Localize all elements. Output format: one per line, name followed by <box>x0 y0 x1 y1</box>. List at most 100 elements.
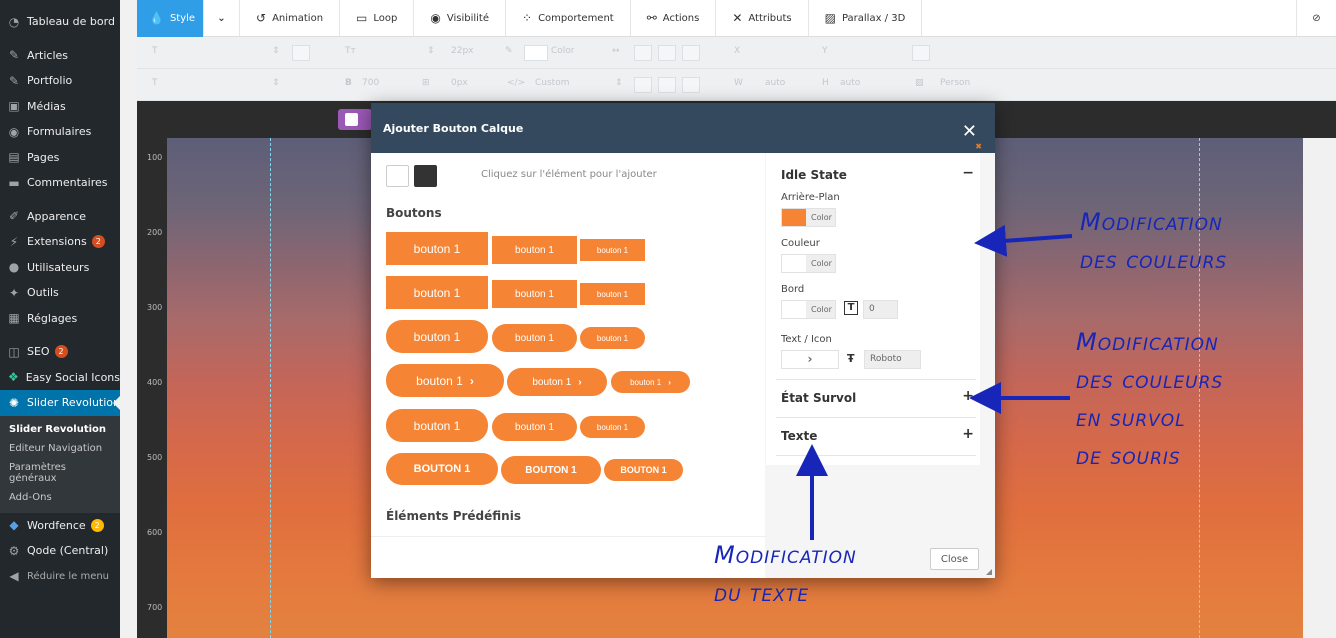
close-icon[interactable]: ✕ ✖ <box>962 123 982 152</box>
image-icon: ▨ <box>824 11 836 25</box>
sidebar-item-wordfence[interactable]: ◆ Wordfence 2 <box>0 513 120 539</box>
wordfence-icon: ◆ <box>9 518 19 533</box>
preset-button[interactable]: bouton 1 <box>386 409 488 442</box>
line-height-value[interactable]: 0px <box>451 78 468 88</box>
tag-value[interactable]: Custom <box>535 78 569 88</box>
width-value[interactable]: auto <box>765 78 785 88</box>
button-settings-pane: Idle State − Arrière-Plan Color Couleur … <box>766 153 980 465</box>
preset-button-uppercase[interactable]: BOUTON 1 <box>501 456 601 484</box>
preset-button[interactable]: bouton 1 <box>386 232 488 265</box>
color-value: Color <box>551 46 575 56</box>
collapse-minus-icon[interactable]: − <box>962 165 974 181</box>
tab-actions[interactable]: ⚯ Actions <box>631 0 717 37</box>
close-button[interactable]: Close <box>930 548 979 570</box>
tab-comportement[interactable]: ⁘ Comportement <box>506 0 631 37</box>
submenu-item-slider-revolution[interactable]: Slider Revolution <box>0 420 120 439</box>
loop-icon: ▭ <box>356 11 368 25</box>
layer-icon <box>345 113 358 126</box>
ruler-label: 500 <box>147 453 163 462</box>
bold-icon: B <box>345 78 352 88</box>
sidebar-item-utilisateurs[interactable]: ● Utilisateurs <box>0 255 120 281</box>
preset-button[interactable]: bouton 1 <box>580 327 645 349</box>
annotation-text: Modification du texte <box>714 541 857 607</box>
sidebar-item-dashboard[interactable]: ◔ Tableau de bord <box>0 9 120 35</box>
preset-button[interactable]: bouton 1 <box>580 283 645 305</box>
font-family-input[interactable]: Roboto <box>864 350 921 369</box>
person-value[interactable]: Person <box>940 78 970 88</box>
style-dropdown-toggle[interactable]: ⌄ <box>204 0 240 37</box>
preset-button-uppercase[interactable]: BOUTON 1 <box>386 453 498 485</box>
history-icon: ↺ <box>256 11 267 25</box>
border-color-picker[interactable]: Color <box>781 300 836 319</box>
icon-picker[interactable]: › <box>781 350 839 369</box>
submenu-item-editeur-navigation[interactable]: Editeur Navigation <box>0 439 120 458</box>
tab-style[interactable]: 💧 Style <box>137 0 204 37</box>
color-swatch[interactable] <box>524 45 548 61</box>
sidebar-item-seo[interactable]: ◫ SEO 2 <box>0 339 120 365</box>
height-arrows-icon: ⇕ <box>615 78 623 88</box>
preset-button-with-icon[interactable]: bouton 1 › <box>507 368 607 396</box>
tab-parallax[interactable]: ▨ Parallax / 3D <box>809 0 923 37</box>
media-icon: ▣ <box>8 99 20 114</box>
submenu-item-add-ons[interactable]: Add-Ons <box>0 488 120 507</box>
ruler-label: 600 <box>147 528 163 537</box>
tab-loop[interactable]: ▭ Loop <box>340 0 415 37</box>
sidebar-item-pages[interactable]: ▤ Pages <box>0 145 120 171</box>
text-font-icon: T <box>152 46 158 56</box>
layer-tag[interactable] <box>338 109 372 130</box>
preset-button[interactable]: bouton 1 <box>492 324 577 352</box>
preset-button[interactable]: bouton 1 <box>492 280 577 308</box>
update-badge: 2 <box>90 518 104 532</box>
preset-button-with-icon[interactable]: bouton 1 › <box>611 371 690 393</box>
sidebar-item-apparence[interactable]: ✐ Apparence <box>0 204 120 230</box>
sidebar-collapse-menu[interactable]: ◀ Réduire le menu <box>0 564 120 590</box>
sidebar-item-articles[interactable]: ✎ Articles <box>0 43 120 69</box>
preset-button-with-icon[interactable]: bouton 1 › <box>386 364 504 397</box>
preset-button[interactable]: bouton 1 <box>580 416 645 438</box>
height-value[interactable]: auto <box>840 78 860 88</box>
sidebar-item-reglages[interactable]: ▦ Réglages <box>0 306 120 332</box>
sidebar-item-portfolio[interactable]: ✎ Portfolio <box>0 68 120 94</box>
expand-plus-icon[interactable]: + <box>962 426 974 442</box>
sidebar-item-slider-revolution[interactable]: ✺ Slider Revolution <box>0 390 120 416</box>
preset-button[interactable]: bouton 1 <box>580 239 645 261</box>
sidebar-item-extensions[interactable]: ⚡ Extensions 2 <box>0 229 120 255</box>
h-size-icon: H <box>822 78 829 88</box>
sidebar-item-easy-social-icons[interactable]: ❖ Easy Social Icons <box>0 365 120 391</box>
preset-button[interactable]: bouton 1 <box>492 236 577 264</box>
dark-background-swatch[interactable] <box>414 165 437 187</box>
paperclip-icon[interactable]: ⊘ <box>1296 0 1336 37</box>
font-weight-value[interactable]: 700 <box>362 78 379 88</box>
preset-button[interactable]: bouton 1 <box>492 413 577 441</box>
resize-handle[interactable] <box>986 569 992 575</box>
background-color-picker[interactable]: Color <box>781 208 836 227</box>
code-icon: </> <box>507 78 526 88</box>
preset-button[interactable]: bouton 1 <box>386 320 488 353</box>
tab-visibilite[interactable]: ◉ Visibilité <box>414 0 507 37</box>
stepper-icon: ⇕ <box>272 46 280 56</box>
wrench-icon: ✦ <box>8 285 20 300</box>
sidebar-item-outils[interactable]: ✦ Outils <box>0 280 120 306</box>
sidebar-item-formulaires[interactable]: ◉ Formulaires <box>0 119 120 145</box>
dashboard-icon: ◔ <box>8 14 20 29</box>
sidebar-item-qode[interactable]: ⚙ Qode (Central) <box>0 538 120 564</box>
text-section-title[interactable]: Texte <box>781 429 817 443</box>
border-width-input[interactable]: 0 <box>863 300 898 319</box>
modal-body: Cliquez sur l'élément pour l'ajouter Bou… <box>371 153 995 578</box>
slider-icon: ✺ <box>8 395 19 410</box>
hover-state-title[interactable]: État Survol <box>781 391 856 405</box>
sidebar-item-commentaires[interactable]: ▬ Commentaires <box>0 170 120 196</box>
light-background-swatch[interactable] <box>386 165 409 187</box>
width-arrows-icon: ↔ <box>612 46 620 56</box>
gear-icon: ⚙ <box>8 543 20 558</box>
preset-button-uppercase[interactable]: BOUTON 1 <box>604 459 683 481</box>
tab-animation[interactable]: ↺ Animation <box>240 0 341 37</box>
sidebar-item-medias[interactable]: ▣ Médias <box>0 94 120 120</box>
guide-line-left <box>270 138 271 638</box>
preset-button[interactable]: bouton 1 <box>386 276 488 309</box>
expand-plus-icon[interactable]: + <box>962 388 974 404</box>
text-color-picker[interactable]: Color <box>781 254 836 273</box>
font-size-value[interactable]: 22px <box>451 46 474 56</box>
tab-attributs[interactable]: ✕ Attributs <box>716 0 809 37</box>
submenu-item-parametres-generaux[interactable]: Paramètres généraux <box>0 458 120 488</box>
